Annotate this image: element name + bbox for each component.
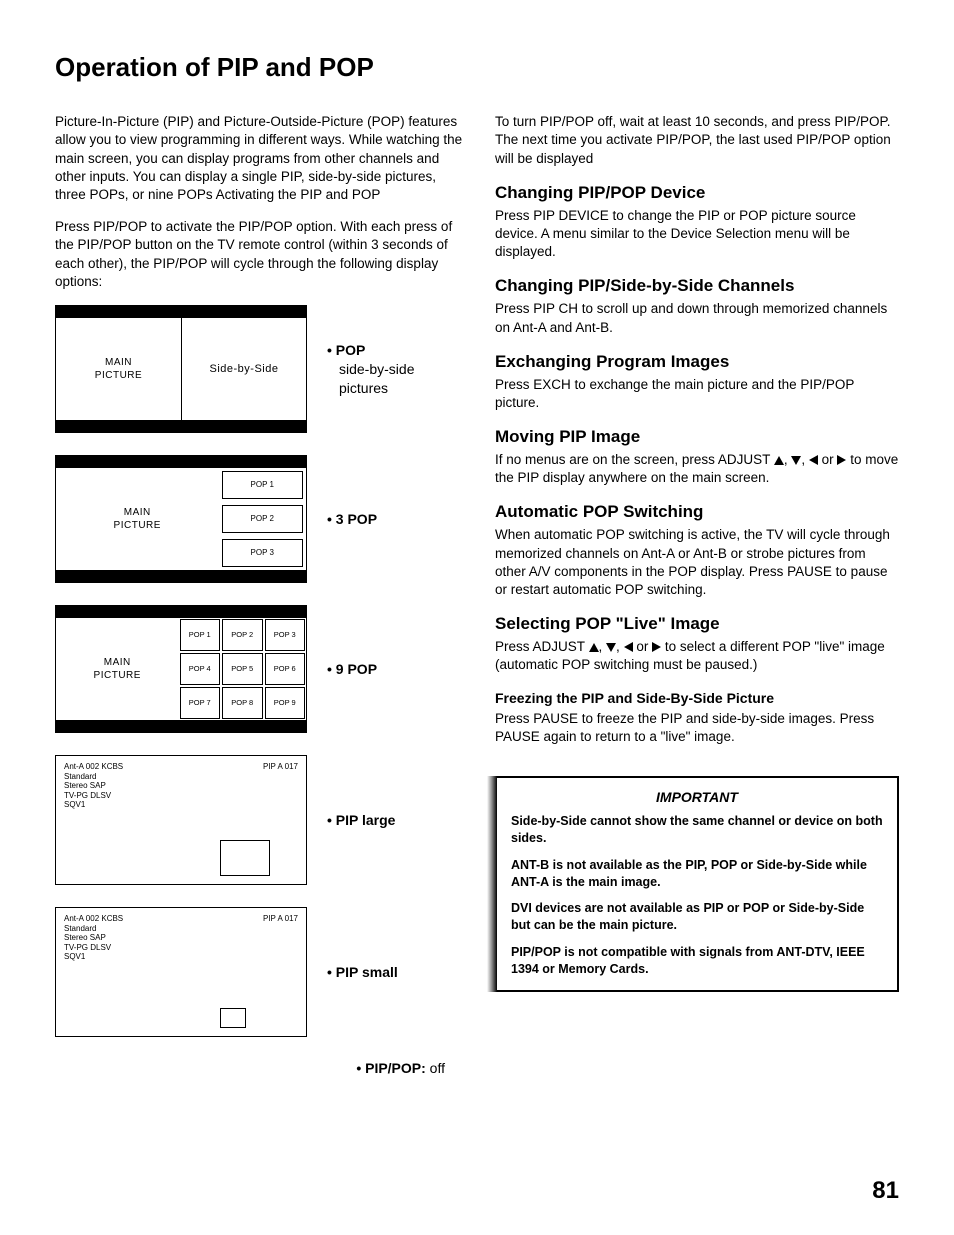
right-column: To turn PIP/POP off, wait at least 10 se… — [495, 113, 899, 1100]
pop9-main: MAINPICTURE — [56, 618, 179, 720]
content-columns: Picture-In-Picture (PIP) and Picture-Out… — [55, 113, 899, 1100]
pop9-cell: POP 5 — [222, 653, 263, 685]
pip-small-osd-right: PIP A 017 — [263, 914, 298, 924]
diagram-off: • PIP/POP: off — [55, 1059, 445, 1078]
down-icon — [791, 456, 801, 465]
page-title: Operation of PIP and POP — [55, 50, 899, 85]
page-number: 81 — [872, 1175, 899, 1207]
important-4: PIP/POP is not compatible with signals f… — [511, 944, 883, 978]
heading-change-channels: Changing PIP/Side-by-Side Channels — [495, 275, 899, 298]
important-2: ANT-B is not available as the PIP, POP o… — [511, 857, 883, 891]
important-box: IMPORTANT Side-by-Side cannot show the s… — [495, 776, 899, 992]
pip-small-label: • PIP small — [327, 963, 398, 982]
pip-large-label: • PIP large — [327, 811, 395, 830]
pop9-cell: POP 2 — [222, 619, 263, 651]
pip-large-osd-right: PIP A 017 — [263, 762, 298, 772]
text-change-channels: Press PIP CH to scroll up and down throu… — [495, 300, 899, 336]
pip-small-inset — [220, 1008, 246, 1028]
pop3-label: • 3 POP — [327, 510, 377, 529]
sbs-label: • POP side-by-side pictures — [327, 341, 465, 398]
pop3-item: POP 3 — [222, 539, 304, 567]
pop9-label: • 9 POP — [327, 660, 377, 679]
heading-moving-pip: Moving PIP Image — [495, 426, 899, 449]
diagram-9pop: MAINPICTURE POP 1 POP 2 POP 3 POP 4 POP … — [55, 605, 465, 733]
pop9-cell: POP 7 — [180, 687, 221, 719]
pop3-item: POP 2 — [222, 505, 304, 533]
pop3-item: POP 1 — [222, 471, 304, 499]
important-3: DVI devices are not available as PIP or … — [511, 900, 883, 934]
down-icon — [606, 643, 616, 652]
right-intro: To turn PIP/POP off, wait at least 10 se… — [495, 113, 899, 168]
sbs-right: Side-by-Side — [181, 318, 306, 420]
pop9-cell: POP 8 — [222, 687, 263, 719]
left-icon — [809, 455, 818, 465]
text-auto-pop: When automatic POP switching is active, … — [495, 526, 899, 599]
heading-change-device: Changing PIP/POP Device — [495, 182, 899, 205]
heading-auto-pop: Automatic POP Switching — [495, 501, 899, 524]
pip-large-inset — [220, 840, 270, 876]
text-moving-pip: If no menus are on the screen, press ADJ… — [495, 451, 899, 487]
up-icon — [774, 456, 784, 465]
pop9-cell: POP 6 — [265, 653, 306, 685]
off-label: • PIP/POP: off — [356, 1059, 445, 1078]
pop9-cell: POP 3 — [265, 619, 306, 651]
important-1: Side-by-Side cannot show the same channe… — [511, 813, 883, 847]
diagram-3pop: MAINPICTURE POP 1 POP 2 POP 3 • 3 POP — [55, 455, 465, 583]
pop3-main: MAINPICTURE — [56, 468, 219, 570]
heading-freezing: Freezing the PIP and Side-By-Side Pictur… — [495, 689, 899, 708]
intro-paragraph-2: Press PIP/POP to activate the PIP/POP op… — [55, 218, 465, 291]
left-icon — [624, 642, 633, 652]
diagram-sbs: MAINPICTURE Side-by-Side • POP side-by-s… — [55, 305, 465, 433]
pop9-cell: POP 4 — [180, 653, 221, 685]
left-column: Picture-In-Picture (PIP) and Picture-Out… — [55, 113, 465, 1100]
intro-paragraph-1: Picture-In-Picture (PIP) and Picture-Out… — [55, 113, 465, 204]
heading-select-live: Selecting POP "Live" Image — [495, 613, 899, 636]
up-icon — [589, 643, 599, 652]
right-icon — [652, 642, 661, 652]
pop9-cell: POP 9 — [265, 687, 306, 719]
text-freezing: Press PAUSE to freeze the PIP and side-b… — [495, 710, 899, 746]
text-exchange: Press EXCH to exchange the main picture … — [495, 376, 899, 412]
diagram-pip-large: Ant-A 002 KCBS Standard Stereo SAP TV-PG… — [55, 755, 465, 885]
text-change-device: Press PIP DEVICE to change the PIP or PO… — [495, 207, 899, 262]
text-select-live: Press ADJUST , , or to select a differen… — [495, 638, 899, 674]
pop9-cell: POP 1 — [180, 619, 221, 651]
important-title: IMPORTANT — [511, 788, 883, 807]
sbs-main: MAINPICTURE — [56, 318, 181, 420]
diagram-pip-small: Ant-A 002 KCBS Standard Stereo SAP TV-PG… — [55, 907, 465, 1037]
heading-exchange: Exchanging Program Images — [495, 351, 899, 374]
